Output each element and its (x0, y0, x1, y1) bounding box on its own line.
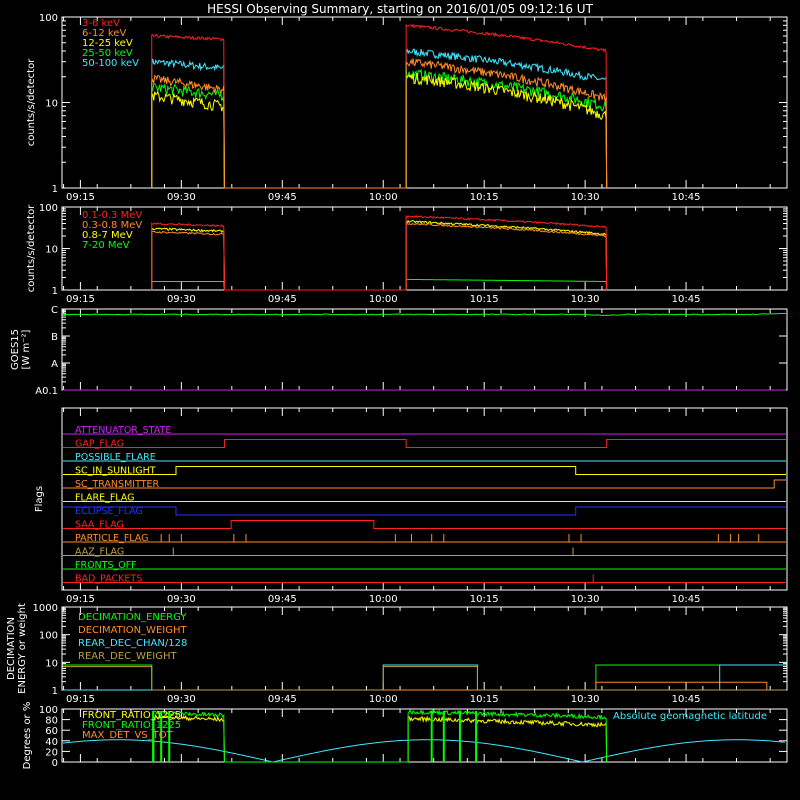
high-energy-x-tick-label: 10:45 (672, 294, 701, 305)
ratios-legend-entry: MAX_DET_VS_TOT (82, 730, 174, 741)
light-curves-y-tick-label: 1 (52, 184, 58, 195)
decimation-x-tick-label: 10:30 (571, 694, 600, 705)
high-energy-series-0-1-0-3-mev (151, 214, 608, 291)
ratios-annotation: Absolute geomagnetic latitude (613, 711, 767, 722)
flags-x-tick-label: 09:45 (268, 594, 297, 605)
flags-x-tick-label: 10:30 (571, 594, 600, 605)
high-energy-x-tick-label: 09:30 (167, 294, 196, 305)
high-energy-series-7-20-mev (151, 278, 608, 291)
light-curves-y-tick-label: 100 (39, 13, 58, 24)
decimation-y-tick-label: 1 (52, 686, 58, 697)
figure-title: HESSI Observing Summary, starting on 201… (207, 2, 593, 16)
light-curves-x-tick-label: 09:30 (167, 192, 196, 203)
flag-line-sc-in-sunlight (63, 466, 786, 475)
light-curves-x-tick-label: 10:45 (672, 192, 701, 203)
panel-ratios: 020406080100 Degrees or % Absolute geomagn… (22, 702, 788, 770)
decimation-x-tick-label: 10:15 (470, 694, 499, 705)
panel-goes: A0.1 A B C GOES15 [W m⁻²] (10, 305, 788, 397)
light-curves-x-tick-label: 10:15 (470, 192, 499, 203)
decimation-legend-entry: DECIMATION_ENERGY (78, 612, 187, 623)
light-curves-frame (61, 16, 788, 189)
decimation-y-tick-label: 100 (39, 631, 58, 642)
light-curves-y-label: counts/s/detector (26, 58, 37, 146)
flags-y-label: Flags (34, 486, 45, 512)
flag-line-sc-transmitter (63, 479, 786, 489)
decimation-legend-entry: DECIMATION_WEIGHT (78, 625, 187, 636)
ratios-y-tick-label: 40 (45, 737, 58, 748)
high-energy-x-tick-label: 09:45 (268, 294, 297, 305)
ratios-y-tick-label: 60 (45, 726, 58, 737)
panel-light-curves: 09:15 09:30 09:45 10:00 10:15 10:30 10:45 1 10 10… (26, 13, 788, 203)
decimation-y-tick-label: 1000 (33, 603, 58, 614)
high-energy-y-tick-label: 1 (52, 286, 58, 297)
light-curves-x-tick-label: 10:00 (369, 192, 398, 203)
panel-decimation: 09:15 09:30 09:45 10:00 10:15 10:30 10:45 1 10 10… (6, 603, 788, 705)
high-energy-y-tick-label: 10 (45, 245, 58, 256)
high-energy-y-label: counts/s/detector (26, 204, 37, 292)
flags-x-tick-label: 10:15 (470, 594, 499, 605)
high-energy-frame (61, 206, 788, 291)
goes-y-tick-label: A0.1 (35, 386, 58, 397)
flags-x-tick-label: 09:15 (66, 594, 95, 605)
decimation-x-tick-label: 09:30 (167, 694, 196, 705)
high-energy-x-tick-label: 10:00 (369, 294, 398, 305)
high-energy-x-tick-label: 10:15 (470, 294, 499, 305)
decimation-y-label-2: ENERGY or weight (17, 603, 28, 694)
decimation-y-tick-label: 10 (45, 658, 58, 669)
goes-series-green (62, 312, 787, 316)
ratios-y-tick-label: 80 (45, 716, 58, 727)
decimation-series-rear-dec-chan-128 (63, 664, 786, 691)
decimation-x-tick-label: 09:45 (268, 694, 297, 705)
decimation-x-tick-label: 10:45 (672, 694, 701, 705)
decimation-x-tick-label: 10:00 (369, 694, 398, 705)
flags-x-tick-label: 09:30 (167, 594, 196, 605)
flag-line-gap-flag (63, 439, 786, 448)
goes-y-label-2: [W m⁻²] (21, 329, 32, 369)
ratios-y-tick-label: 100 (39, 705, 58, 716)
decimation-legend-entry: REAR_DEC_CHAN/128 (78, 638, 187, 649)
light-curves-legend-entry: 50-100 keV (82, 58, 139, 69)
goes-y-tick-label: A (51, 359, 58, 370)
decimation-legend-entry: REAR_DEC_WEIGHT (78, 651, 177, 662)
decimation-series-decimation-weight (63, 681, 786, 691)
panel-flags: 09:15 09:30 09:45 10:00 10:15 10:30 10:45 Flags… (34, 407, 788, 605)
light-curves-x-tick-label: 09:45 (268, 192, 297, 203)
high-energy-x-tick-label: 09:15 (66, 294, 95, 305)
goes-frame (61, 308, 788, 391)
goes-y-label: GOES15 (10, 329, 21, 370)
flag-line-saa-flag (63, 520, 786, 529)
flag-line-eclipse-flag (63, 506, 786, 516)
ratios-latitude-curve (62, 739, 786, 763)
decimation-series-rear-dec-weight (63, 666, 786, 691)
decimation-series-decimation-energy (63, 664, 786, 691)
light-curves-x-tick-label: 10:30 (571, 192, 600, 203)
light-curves-series-6-12-kev (151, 57, 608, 189)
light-curves-series-50-100-kev (151, 48, 608, 189)
flag-label: ECLIPSE_FLAG (75, 506, 143, 517)
ratios-y-label: Degrees or % (22, 702, 33, 770)
high-energy-series-0-8-7-mev (151, 219, 608, 291)
high-energy-y-tick-label: 100 (39, 203, 58, 214)
decimation-x-tick-label: 09:15 (66, 694, 95, 705)
goes-y-tick-label: B (51, 332, 58, 343)
flags-x-tick-label: 10:45 (672, 594, 701, 605)
ratios-y-tick-label: 20 (45, 747, 58, 758)
decimation-y-label: DECIMATION (6, 617, 17, 680)
goes-y-tick-label: C (51, 305, 58, 316)
ratios-series-yellow (153, 713, 608, 763)
high-energy-legend-entry: 7-20 MeV (82, 240, 130, 251)
light-curves-series-3-6-kev (151, 23, 608, 189)
hessi-summary-figure: HESSI Observing Summary, starting on 201… (6, 2, 788, 770)
light-curves-x-tick-label: 09:15 (66, 192, 95, 203)
light-curves-y-tick-label: 10 (45, 99, 58, 110)
ratios-y-tick-label: 0 (52, 758, 58, 769)
panel-high-energy: 09:15 09:30 09:45 10:00 10:15 10:30 10:45 1 10 10… (26, 203, 788, 305)
light-curves-series-25-50-kev (151, 68, 608, 189)
high-energy-series-0-3-0-8-mev (151, 222, 608, 291)
high-energy-x-tick-label: 10:30 (571, 294, 600, 305)
flags-x-tick-label: 10:00 (369, 594, 398, 605)
